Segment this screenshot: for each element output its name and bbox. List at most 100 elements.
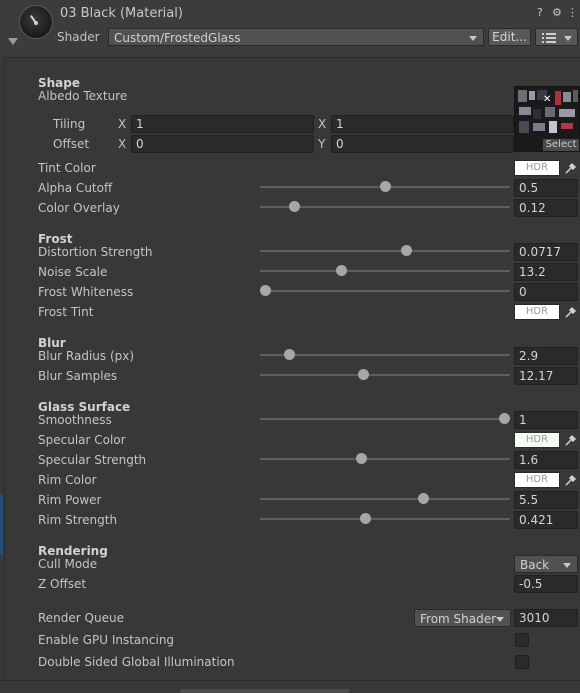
frost-tint-swatch[interactable]: HDR — [514, 304, 560, 320]
blur-radius-field[interactable]: 2.9 — [514, 347, 578, 365]
specular-strength-slider[interactable] — [260, 458, 510, 460]
tiling-x-field[interactable]: 1 — [131, 115, 314, 133]
eyedropper-icon[interactable] — [563, 433, 577, 447]
albedo-texture-slot[interactable]: ✕ Select — [514, 86, 580, 152]
noise-scale-slider[interactable] — [260, 270, 510, 272]
distortion-strength-field[interactable]: 0.0717 — [514, 243, 578, 261]
rim-strength-label: Rim Strength — [38, 513, 118, 527]
alpha-cutoff-label: Alpha Cutoff — [38, 181, 113, 195]
render-queue-label: Render Queue — [38, 611, 124, 625]
blur-radius-slider[interactable] — [260, 354, 510, 356]
blur-samples-slider-handle[interactable] — [357, 369, 369, 380]
cull-mode-label: Cull Mode — [38, 557, 98, 571]
rim-strength-field[interactable]: 0.421 — [514, 511, 578, 529]
rim-color-swatch[interactable]: HDR — [514, 472, 560, 488]
blur-radius-label: Blur Radius (px) — [38, 349, 135, 363]
alpha-cutoff-field[interactable]: 0.5 — [514, 179, 578, 197]
frost-whiteness-label: Frost Whiteness — [38, 285, 134, 299]
smoothness-slider[interactable] — [260, 418, 510, 420]
eyedropper-icon[interactable] — [563, 473, 577, 487]
section-frost: Frost — [38, 232, 73, 246]
frost-whiteness-slider-handle[interactable] — [260, 285, 271, 296]
chevron-down-icon — [563, 563, 571, 568]
distortion-strength-slider[interactable] — [260, 250, 510, 252]
footer-bar — [0, 680, 580, 693]
edit-shader-button[interactable]: Edit... — [488, 28, 531, 46]
blur-samples-label: Blur Samples — [38, 369, 118, 383]
gpu-instancing-label: Enable GPU Instancing — [38, 633, 175, 647]
shader-value: Custom/FrostedGlass — [114, 31, 241, 45]
shader-label: Shader — [57, 30, 100, 44]
color-overlay-label: Color Overlay — [38, 201, 120, 215]
section-blur: Blur — [38, 336, 66, 350]
blur-samples-slider[interactable] — [260, 374, 510, 376]
distortion-strength-value: 0.0717 — [519, 245, 561, 259]
frost-tint-label: Frost Tint — [38, 305, 94, 319]
offset-x-value: 0 — [136, 137, 144, 151]
eyedropper-icon[interactable] — [563, 161, 577, 175]
chevron-down-icon — [564, 36, 572, 41]
specular-color-label: Specular Color — [38, 433, 126, 447]
specular-strength-field[interactable]: 1.6 — [514, 451, 578, 469]
eyedropper-icon[interactable] — [563, 305, 577, 319]
render-queue-dropdown[interactable]: From Shader — [414, 609, 511, 627]
smoothness-field[interactable]: 1 — [514, 411, 578, 429]
blur-radius-slider-handle[interactable] — [283, 349, 295, 360]
color-overlay-field[interactable]: 0.12 — [514, 199, 578, 217]
frost-whiteness-field[interactable]: 0 — [514, 283, 578, 301]
z-offset-label: Z Offset — [38, 577, 87, 591]
tint-color-swatch[interactable]: HDR — [514, 160, 560, 176]
smoothness-slider-handle[interactable] — [499, 413, 510, 424]
z-offset-field[interactable]: -0.5 — [514, 575, 578, 593]
context-menu-icon[interactable]: ⋮ — [567, 6, 578, 19]
resize-handle[interactable] — [180, 689, 350, 693]
rim-power-slider-handle[interactable] — [417, 493, 429, 504]
chevron-down-icon — [469, 36, 477, 41]
double-sided-gi-checkbox[interactable] — [515, 655, 529, 669]
rim-power-slider[interactable] — [260, 498, 510, 500]
chevron-down-icon — [496, 617, 504, 622]
specular-strength-value: 1.6 — [519, 453, 539, 467]
material-header: 03 Black (Material) ? ⚙ ⋮ Shader Custom/… — [0, 0, 580, 56]
tiling-y-field[interactable]: 1 — [331, 115, 514, 133]
offset-y-value: 0 — [336, 137, 344, 151]
settings-icon[interactable]: ⚙ — [552, 6, 562, 19]
smoothness-value: 1 — [519, 413, 527, 427]
gpu-instancing-checkbox[interactable] — [515, 633, 529, 647]
blur-samples-field[interactable]: 12.17 — [514, 367, 578, 385]
color-overlay-slider-handle[interactable] — [288, 201, 300, 212]
noise-scale-label: Noise Scale — [38, 265, 108, 279]
noise-scale-field[interactable]: 13.2 — [514, 263, 578, 281]
help-icon[interactable]: ? — [537, 6, 543, 19]
distortion-strength-slider-handle[interactable] — [401, 245, 412, 256]
specular-color-swatch[interactable]: HDR — [514, 432, 560, 448]
rim-strength-slider[interactable] — [260, 518, 510, 520]
offset-y-field[interactable]: 0 — [331, 135, 514, 153]
texture-select-button[interactable]: Select — [543, 139, 579, 151]
rim-strength-value: 0.421 — [519, 513, 554, 527]
offset-label: Offset — [53, 137, 90, 151]
offset-x-label: X — [118, 137, 127, 151]
noise-scale-value: 13.2 — [519, 265, 546, 279]
cull-mode-dropdown[interactable]: Back — [514, 555, 578, 573]
alpha-cutoff-slider-handle[interactable] — [379, 181, 391, 192]
render-queue-field[interactable]: 3010 — [514, 609, 578, 627]
z-offset-value: -0.5 — [519, 577, 543, 591]
render-queue-value: 3010 — [519, 611, 550, 625]
svg-text:✕: ✕ — [543, 94, 551, 105]
frost-whiteness-slider[interactable] — [260, 290, 510, 292]
shader-options-button[interactable] — [535, 28, 578, 46]
material-title: 03 Black (Material) — [60, 6, 183, 21]
offset-y-label: Y — [318, 137, 326, 151]
specular-strength-label: Specular Strength — [38, 453, 147, 467]
section-shape: Shape — [38, 76, 81, 90]
shader-dropdown[interactable]: Custom/FrostedGlass — [108, 28, 484, 46]
color-overlay-value: 0.12 — [519, 201, 546, 215]
specular-strength-slider-handle[interactable] — [355, 453, 367, 464]
offset-x-field[interactable]: 0 — [131, 135, 314, 153]
double-sided-gi-label: Double Sided Global Illumination — [38, 655, 235, 669]
section-rendering: Rendering — [38, 544, 108, 558]
foldout-arrow-icon[interactable] — [8, 38, 18, 45]
rim-power-field[interactable]: 5.5 — [514, 491, 578, 509]
list-icon — [542, 33, 556, 43]
